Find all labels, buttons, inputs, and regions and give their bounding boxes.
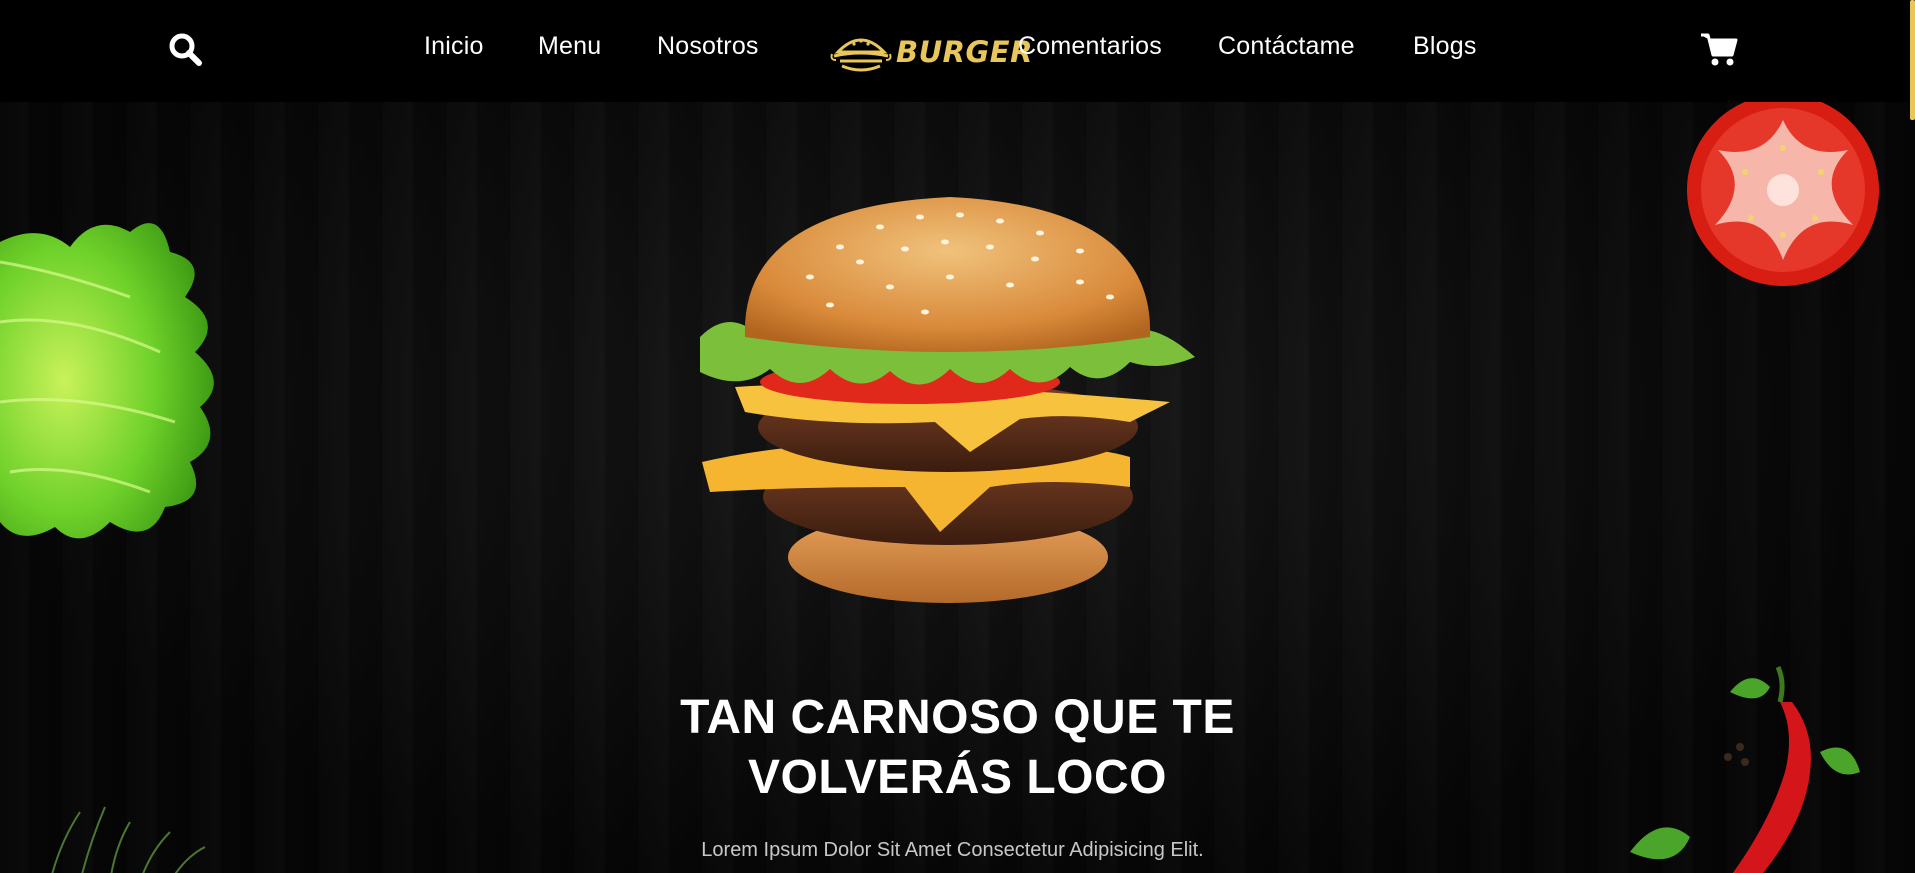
hero-subtext: Lorem Ipsum Dolor Sit Amet Consectetur A…	[701, 839, 1204, 861]
scrollbar-thumb[interactable]	[1910, 0, 1915, 120]
nav-link-comentarios[interactable]: Comentarios	[1018, 32, 1162, 61]
hero-burger-image	[700, 197, 1195, 603]
nav-link-menu[interactable]: Menu	[538, 32, 601, 61]
hero-section: TAN CARNOSO QUE TE VOLVERÁS LOCO Lorem I…	[0, 102, 1915, 873]
nav-link-inicio[interactable]: Inicio	[424, 32, 484, 61]
nav-link-contactame[interactable]: Contáctame	[1218, 32, 1355, 61]
top-navbar: Inicio Menu Nosotros BURGER Comentarios …	[0, 0, 1915, 102]
herb-sprigs-image	[51, 806, 206, 873]
hero-headline: TAN CARNOSO QUE TE VOLVERÁS LOCO	[0, 688, 1915, 808]
shopping-cart-icon[interactable]	[1700, 30, 1738, 68]
tomato-slice-image	[1687, 102, 1879, 286]
brand-logo[interactable]: BURGER	[830, 28, 1033, 76]
hero-headline-line1: TAN CARNOSO QUE TE	[680, 691, 1235, 744]
nav-link-blogs[interactable]: Blogs	[1413, 32, 1477, 61]
hero-headline-line2: VOLVERÁS LOCO	[748, 751, 1167, 804]
lettuce-image	[0, 223, 214, 539]
burger-logo-icon	[830, 38, 892, 72]
logo-text: BURGER	[896, 35, 1033, 69]
search-icon[interactable]	[168, 32, 204, 68]
nav-link-nosotros[interactable]: Nosotros	[657, 32, 759, 61]
